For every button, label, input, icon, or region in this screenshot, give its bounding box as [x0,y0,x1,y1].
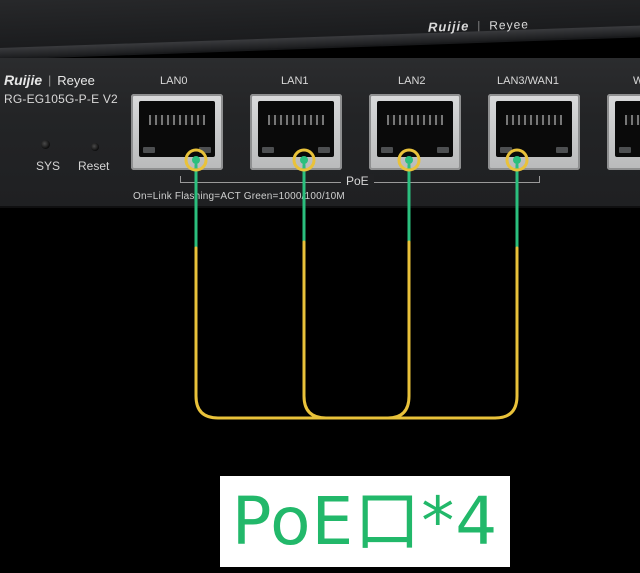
device-photo: Ruijie | Reyee Ruijie | Reyee RG-EG105G-… [0,0,640,573]
led-dot-lan1 [300,156,308,164]
caption-box: PoE口*4 [220,476,510,567]
led-dot-lan3-wan1 [513,156,521,164]
led-dot-lan2 [405,156,413,164]
led-dot-lan0 [192,156,200,164]
caption-text: PoE口*4 [231,482,499,560]
